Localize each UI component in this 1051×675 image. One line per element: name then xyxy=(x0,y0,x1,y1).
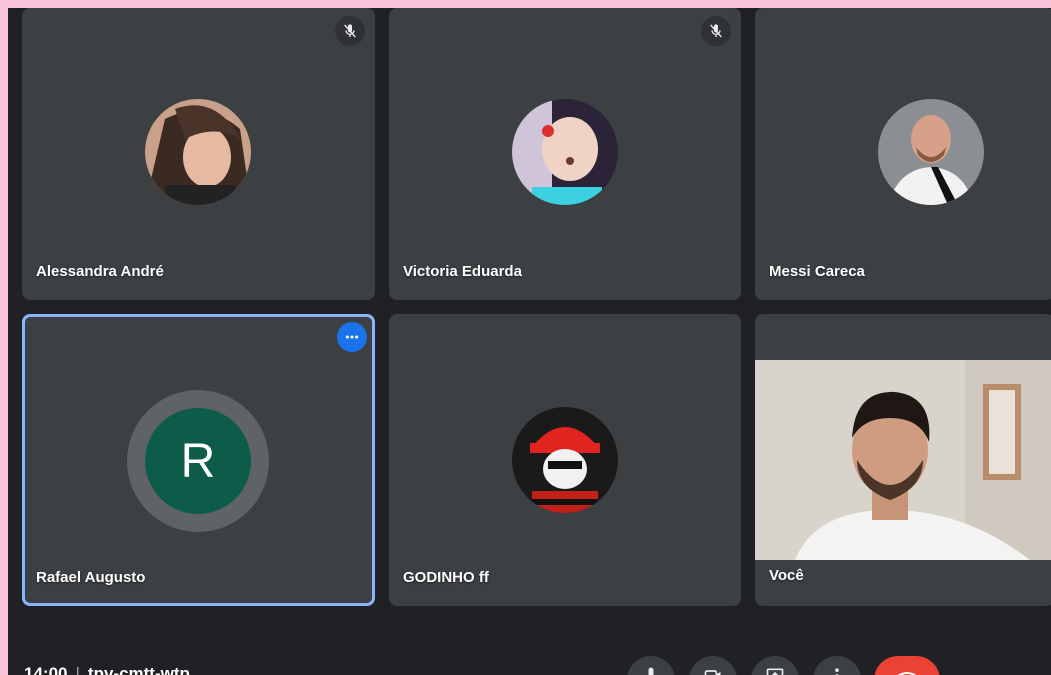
present-button[interactable] xyxy=(751,656,799,675)
meeting-separator: | xyxy=(75,664,80,675)
participant-name: Rafael Augusto xyxy=(36,569,146,586)
mic-icon xyxy=(648,667,654,675)
meeting-stage: Alessandra André Victoria Eduarda Messi … xyxy=(8,8,1051,675)
more-options-button[interactable] xyxy=(813,656,861,675)
more-options-button[interactable] xyxy=(337,322,367,352)
participant-tile-self[interactable]: Você xyxy=(755,314,1051,606)
more-vert-icon xyxy=(835,668,839,675)
self-video-feed xyxy=(755,360,1051,560)
participant-avatar xyxy=(878,99,984,205)
bottom-toolbar: 14:00 | tpv-cmtt-wtp xyxy=(8,646,1051,675)
participant-name: Você xyxy=(769,567,804,584)
muted-mic-icon xyxy=(701,16,731,46)
avatar-initial: R xyxy=(145,408,251,514)
meeting-time: 14:00 xyxy=(24,664,68,675)
participant-tile-messi[interactable]: Messi Careca xyxy=(755,8,1051,300)
mic-button[interactable] xyxy=(627,656,675,675)
participant-name: Messi Careca xyxy=(769,263,865,280)
participant-tile-alessandra[interactable]: Alessandra André xyxy=(22,8,375,300)
camera-icon xyxy=(704,670,721,675)
participant-avatar xyxy=(512,99,618,205)
end-call-icon xyxy=(897,672,917,675)
meeting-info: 14:00 | tpv-cmtt-wtp xyxy=(24,664,190,675)
participant-name: GODINHO ff xyxy=(403,569,489,586)
participant-name: Victoria Eduarda xyxy=(403,263,522,280)
participant-avatar xyxy=(512,407,618,513)
avatar-speaking-ring: R xyxy=(127,390,269,532)
muted-mic-icon xyxy=(335,16,365,46)
present-icon xyxy=(766,668,784,675)
end-call-button[interactable] xyxy=(874,656,940,675)
meeting-code[interactable]: tpv-cmtt-wtp xyxy=(88,664,190,675)
camera-button[interactable] xyxy=(689,656,737,675)
more-horiz-icon xyxy=(345,335,359,339)
participant-avatar xyxy=(145,99,251,205)
participant-name: Alessandra André xyxy=(36,263,164,280)
participant-tile-rafael[interactable]: R Rafael Augusto xyxy=(22,314,375,606)
participant-tile-godinho[interactable]: GODINHO ff xyxy=(389,314,741,606)
participant-tile-victoria[interactable]: Victoria Eduarda xyxy=(389,8,741,300)
